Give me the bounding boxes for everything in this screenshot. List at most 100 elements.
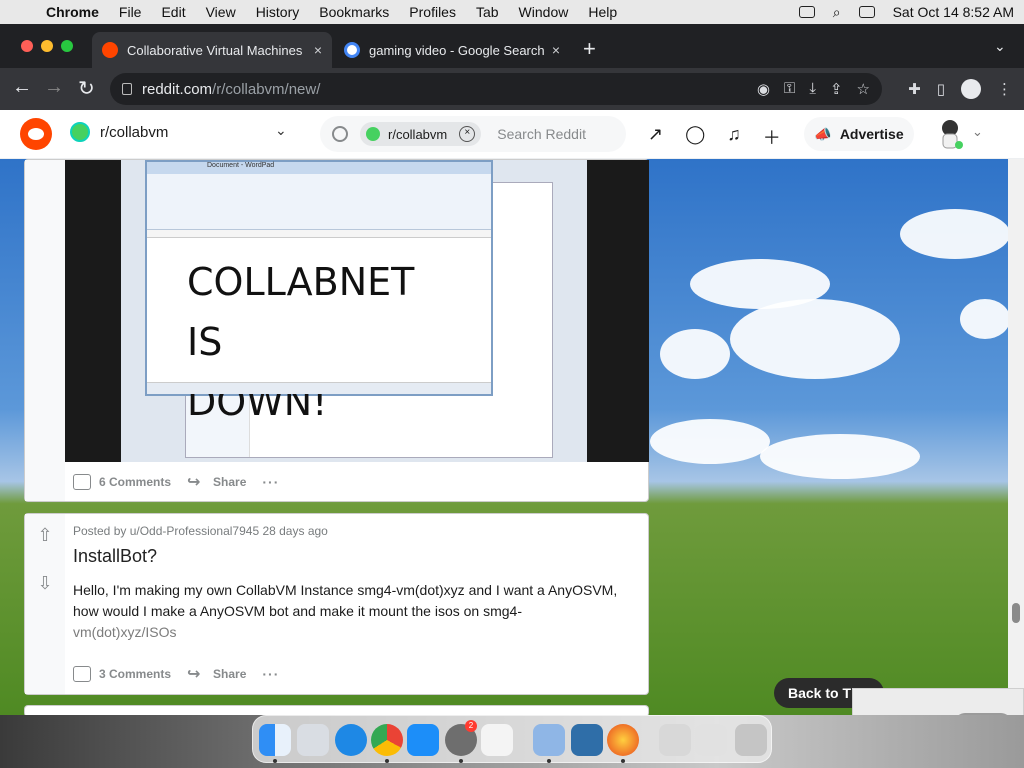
menu-view[interactable]: View [206,4,236,20]
address-bar[interactable]: reddit.com/r/collabvm/new/ ◉ ⚿ ⤓ ⇪ ☆ [110,73,882,105]
notification-badge: 2 [465,720,477,732]
post-body[interactable]: Hello, I'm making my own CollabVM Instan… [73,580,633,643]
lock-icon[interactable] [122,83,132,95]
chrome-menu-icon[interactable]: ⋮ [997,80,1012,98]
chrome-icon[interactable] [371,724,403,756]
google-favicon-icon [344,42,360,58]
minimize-window-icon[interactable] [41,40,53,52]
community-selector[interactable]: r/collabvm [70,122,168,142]
chrome-window-thumbnail-icon[interactable] [695,724,727,756]
extensions-icon[interactable]: ✚ [908,80,921,98]
finder-icon[interactable] [259,724,291,756]
scrollbar-thumb[interactable] [1012,603,1020,623]
install-app-icon[interactable]: ⤓ [809,80,816,98]
community-chip-icon [366,127,380,141]
chip-label: r/collabvm [388,126,448,142]
bookmark-star-icon[interactable]: ☆ [857,80,870,98]
close-tab-icon[interactable]: × [314,42,322,58]
notes-icon[interactable] [481,724,513,756]
close-window-icon[interactable] [21,40,33,52]
post-title[interactable]: InstallBot? [73,546,157,567]
post-body-text: Hello, I'm making my own CollabVM Instan… [73,582,618,619]
more-options-icon[interactable]: ··· [262,474,279,490]
page-scrollbar[interactable] [1008,159,1024,715]
reddit-header: r/collabvm ⌄ r/collabvm × Search Reddit … [0,110,1024,159]
tab-search-icon[interactable]: ⌄ [994,38,1006,55]
forward-button[interactable]: → [44,76,64,99]
new-tab-button[interactable]: + [583,36,596,62]
url-path: /r/collabvm/new/ [212,80,321,98]
menu-profiles[interactable]: Profiles [409,4,456,20]
chat-icon[interactable]: ◯ [685,124,705,150]
notifications-bell-icon[interactable]: ♫ [727,124,741,150]
zoom-window-icon[interactable] [61,40,73,52]
share-button[interactable]: ↪ Share [187,472,246,492]
comments-button[interactable]: 6 Comments [73,474,171,490]
share-button[interactable]: ↪ Share [187,664,246,684]
share-page-icon[interactable]: ⇪ [830,80,843,98]
advertise-button[interactable]: 📣 Advertise [804,117,914,151]
share-arrow-icon: ↪ [187,474,201,491]
tab-gaming-video[interactable]: gaming video - Google Search × [334,32,570,68]
reddit-favicon-icon [102,42,118,58]
menu-file[interactable]: File [119,4,142,20]
menu-tab[interactable]: Tab [476,4,499,20]
menu-history[interactable]: History [256,4,300,20]
user-menu-chevron-icon[interactable]: ⌄ [972,124,983,140]
search-bar[interactable]: r/collabvm × Search Reddit [320,116,626,152]
post-actions: 3 Comments ↪ Share ··· [73,664,279,684]
password-key-icon[interactable]: ⚿ [784,80,795,98]
comments-button[interactable]: 3 Comments [73,666,171,682]
clear-chip-icon[interactable]: × [459,126,476,142]
create-post-icon[interactable]: ＋ [763,124,781,150]
screen-mirroring-icon[interactable] [798,6,815,18]
upvote-icon[interactable]: ⇧ [36,526,54,544]
comment-bubble-icon [73,666,91,682]
popular-icon[interactable]: ↗ [648,124,663,150]
reload-button[interactable]: ↻ [78,76,95,101]
reddit-logo-icon[interactable] [20,118,52,150]
control-center-icon[interactable] [858,6,875,18]
menu-edit[interactable]: Edit [161,4,185,20]
downvote-icon[interactable]: ⇩ [36,574,54,592]
menu-clock[interactable]: Sat Oct 14 8:52 AM [893,4,1014,20]
menu-help[interactable]: Help [588,4,617,20]
post-card[interactable]: Document - WordPad COLLABNET IS DOWN! 6 … [24,159,649,502]
menu-app-name[interactable]: Chrome [46,4,99,20]
system-preferences-icon[interactable] [533,724,565,756]
wordpad-window: Document - WordPad COLLABNET IS DOWN! [145,160,493,424]
browser-toolbar: ← → ↻ reddit.com/r/collabvm/new/ ◉ ⚿ ⤓ ⇪… [0,68,1024,110]
tab-strip: Collaborative Virtual Machines × gaming … [0,24,1024,68]
quicktime-icon[interactable] [571,724,603,756]
spotlight-icon[interactable]: ⌕ [833,4,841,21]
launchpad-icon[interactable] [297,724,329,756]
google-lens-icon[interactable]: ◉ [757,80,770,98]
side-panel-icon[interactable]: ▯ [937,80,945,98]
comments-count: 6 Comments [99,475,172,489]
tab-collaborative-vms[interactable]: Collaborative Virtual Machines × [92,32,332,68]
share-arrow-icon: ↪ [187,666,201,683]
post-image[interactable]: Document - WordPad COLLABNET IS DOWN! [65,160,649,462]
trash-icon[interactable] [735,724,767,756]
back-button[interactable]: ← [12,76,32,99]
vote-column: ⇧ ⇩ [25,514,65,694]
menu-window[interactable]: Window [519,4,569,20]
chevron-down-icon[interactable]: ⌄ [275,122,287,139]
macos-menu-bar: Chrome File Edit View History Bookmarks … [0,0,1024,24]
search-community-chip[interactable]: r/collabvm × [360,122,482,146]
url-host: reddit.com [142,80,213,98]
menu-bookmarks[interactable]: Bookmarks [319,4,389,20]
search-input[interactable]: Search Reddit [497,126,586,142]
image-text-line2: DOWN! [187,380,328,424]
post-card[interactable]: ⇧ ⇩ Posted by u/Odd-Professional7945 28 … [24,513,649,695]
finder-window-thumbnail-icon[interactable] [659,724,691,756]
app-store-icon[interactable] [407,724,439,756]
more-options-icon[interactable]: ··· [262,666,279,682]
share-label: Share [213,475,247,489]
user-avatar[interactable] [936,118,964,150]
profile-avatar-icon[interactable] [961,79,981,99]
macos-dock [252,715,772,763]
close-tab-icon[interactable]: × [552,42,560,58]
firefox-icon[interactable] [607,724,639,756]
safari-icon[interactable] [335,724,367,756]
